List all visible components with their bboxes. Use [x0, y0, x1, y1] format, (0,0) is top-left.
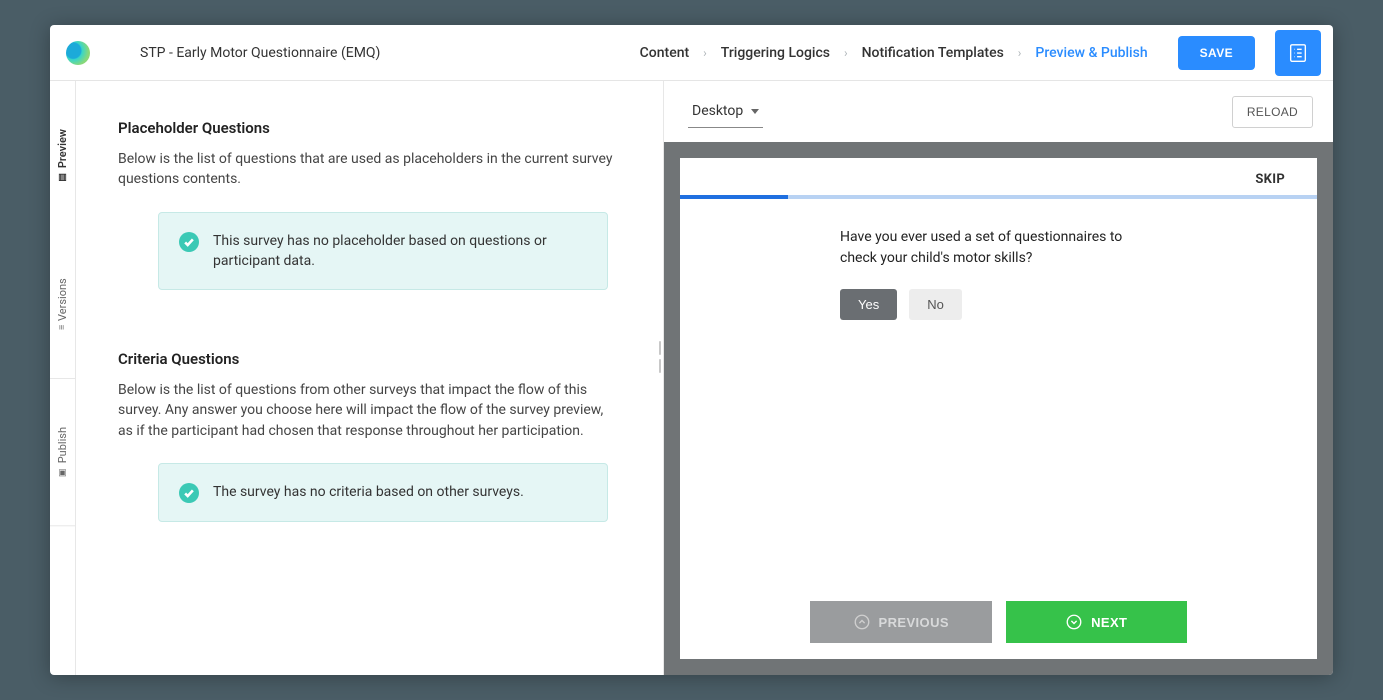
publish-icon: ▣ — [58, 467, 68, 477]
check-icon — [179, 483, 199, 503]
reload-button[interactable]: RELOAD — [1232, 96, 1313, 128]
rail-tab-publish[interactable]: ▣ Publish — [50, 379, 75, 526]
device-frame: SKIP Have you ever used a set of questio… — [680, 158, 1317, 659]
answer-yes[interactable]: Yes — [840, 289, 897, 320]
app-window: STP - Early Motor Questionnaire (EMQ) Co… — [50, 25, 1333, 675]
left-panel: Placeholder Questions Below is the list … — [76, 81, 663, 675]
nav-triggering-logics[interactable]: Triggering Logics — [707, 45, 844, 61]
criteria-info-text: The survey has no criteria based on othe… — [213, 482, 524, 502]
left-rail: ▥ Preview ≡ Versions ▣ Publish — [50, 81, 76, 675]
check-icon — [179, 232, 199, 252]
topbar: STP - Early Motor Questionnaire (EMQ) Co… — [50, 25, 1333, 81]
nav-notification-templates[interactable]: Notification Templates — [848, 45, 1018, 61]
arrow-down-circle-icon — [1065, 613, 1083, 631]
panel-resize-handle[interactable] — [657, 341, 663, 373]
survey-nav: PREVIOUS NEXT — [680, 601, 1317, 659]
placeholder-info-card: This survey has no placeholder based on … — [158, 212, 608, 291]
arrow-up-circle-icon — [853, 613, 871, 631]
rail-label-preview: Preview — [56, 129, 69, 168]
answer-row: Yes No — [840, 289, 1233, 320]
frame-header: SKIP — [680, 158, 1317, 195]
placeholder-title: Placeholder Questions — [118, 119, 621, 137]
rail-label-publish: Publish — [56, 427, 69, 463]
preview-stage: SKIP Have you ever used a set of questio… — [664, 142, 1333, 675]
versions-icon: ≡ — [58, 325, 68, 330]
device-select[interactable]: Desktop — [688, 95, 763, 128]
topnav: Content › Triggering Logics › Notificati… — [626, 30, 1321, 76]
device-select-value: Desktop — [692, 103, 743, 119]
next-button[interactable]: NEXT — [1006, 601, 1188, 643]
nav-preview-publish[interactable]: Preview & Publish — [1021, 45, 1161, 61]
progress-fill — [680, 195, 788, 199]
criteria-title: Criteria Questions — [118, 350, 621, 368]
nav-content[interactable]: Content — [626, 45, 704, 61]
preview-panel: Desktop RELOAD SKIP Have you ever used a… — [663, 81, 1333, 675]
previous-label: PREVIOUS — [879, 615, 949, 630]
survey-details-button[interactable] — [1275, 30, 1321, 76]
next-label: NEXT — [1091, 615, 1127, 630]
answer-no[interactable]: No — [909, 289, 962, 320]
rail-tab-preview[interactable]: ▥ Preview — [50, 81, 75, 230]
preview-icon: ▥ — [58, 172, 68, 182]
rail-tab-versions[interactable]: ≡ Versions — [50, 230, 75, 379]
save-button[interactable]: SAVE — [1178, 36, 1255, 70]
rail-label-versions: Versions — [56, 278, 69, 321]
placeholder-info-text: This survey has no placeholder based on … — [213, 231, 587, 272]
criteria-info-card: The survey has no criteria based on othe… — [158, 463, 608, 522]
progress-bar — [680, 195, 1317, 199]
skip-button[interactable]: SKIP — [1255, 172, 1285, 187]
brand-logo — [66, 41, 90, 65]
survey-title: STP - Early Motor Questionnaire (EMQ) — [140, 45, 380, 61]
main-content: ▥ Preview ≡ Versions ▣ Publish Placeholder … — [50, 81, 1333, 675]
previous-button[interactable]: PREVIOUS — [810, 601, 992, 643]
chevron-down-icon — [751, 109, 759, 114]
question-area: Have you ever used a set of questionnair… — [680, 199, 1317, 332]
placeholder-desc: Below is the list of questions that are … — [118, 149, 621, 190]
preview-controls: Desktop RELOAD — [664, 81, 1333, 142]
question-text: Have you ever used a set of questionnair… — [840, 227, 1150, 269]
criteria-desc: Below is the list of questions from othe… — [118, 380, 621, 441]
list-icon — [1287, 42, 1309, 64]
